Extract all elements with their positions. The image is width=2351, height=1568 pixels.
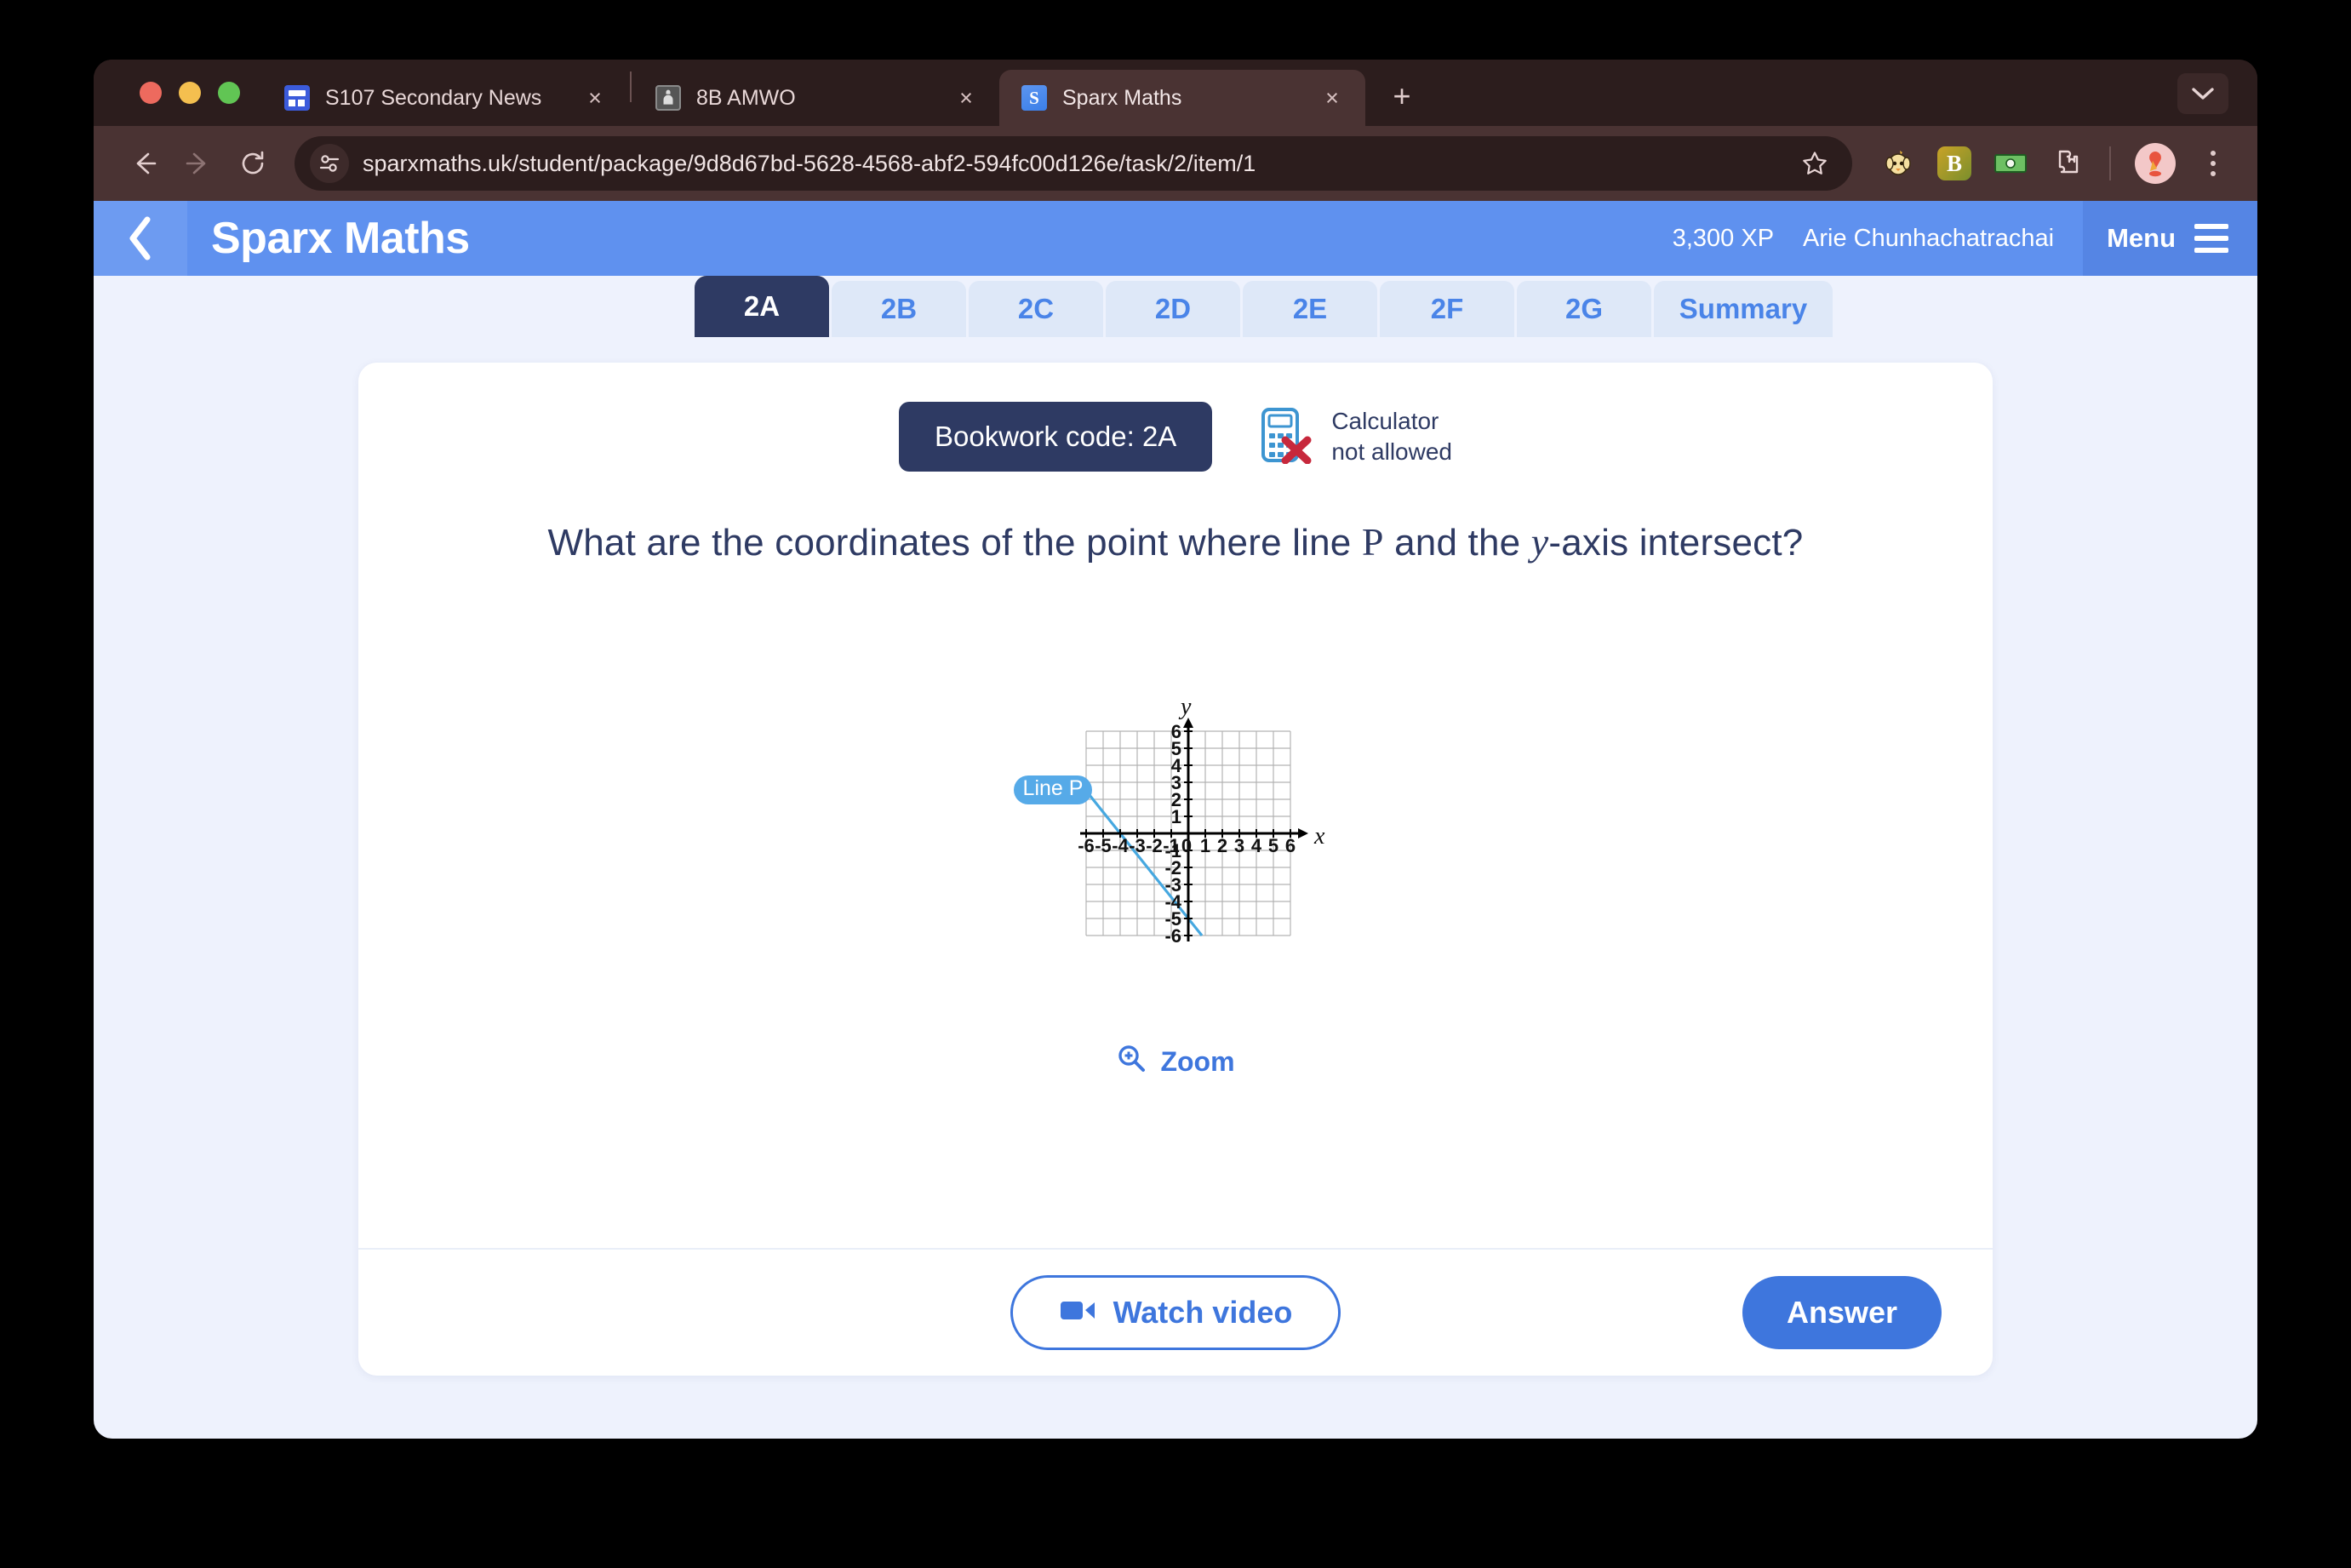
back-arrow-icon[interactable] [119, 139, 169, 188]
tab-close-icon[interactable]: × [952, 83, 981, 112]
line-p-badge: Line P [1014, 775, 1092, 804]
browser-tab-title: 8B AMWO [696, 85, 796, 110]
svg-text:0: 0 [1181, 835, 1192, 856]
tab-divider [630, 72, 632, 102]
svg-text:3: 3 [1234, 835, 1244, 856]
chevron-left-icon[interactable] [94, 201, 187, 276]
star-outline-icon[interactable] [1793, 141, 1837, 186]
browser-tab-1[interactable]: S107 Secondary News × [262, 70, 628, 126]
zoom-label: Zoom [1160, 1045, 1235, 1077]
xp-counter: 3,300 XP [1672, 224, 1775, 252]
page-title: Sparx Maths [211, 214, 470, 263]
svg-text:2: 2 [1217, 835, 1227, 856]
x-tick-labels: -6 -5 -4 -3 -2 -1 0 123 456 [1078, 835, 1296, 856]
forward-arrow-icon[interactable] [174, 139, 223, 188]
card-footer: Watch video Answer [358, 1248, 1993, 1376]
svg-text:-2: -2 [1146, 835, 1163, 856]
kebab-menu-icon[interactable] [2194, 143, 2232, 184]
svg-text:1: 1 [1171, 806, 1181, 827]
bookwork-row: Bookwork code: 2A Calculator not allowed [409, 402, 1942, 472]
maximize-window-button[interactable] [218, 82, 240, 104]
url-omnibox[interactable]: sparxmaths.uk/student/package/9d8d67bd-5… [295, 136, 1852, 191]
browser-tab-strip: S107 Secondary News × 8B AMWO × S Sparx … [94, 60, 2257, 126]
browser-tab-3-active[interactable]: S Sparx Maths × [999, 70, 1365, 126]
hamburger-icon [2194, 224, 2228, 253]
question-axis-variable: y [1530, 520, 1549, 564]
svg-text:-5: -5 [1095, 835, 1112, 856]
toolbar-divider [2109, 146, 2111, 180]
video-camera-icon [1059, 1295, 1096, 1331]
task-tab-bar: 2A 2B 2C 2D 2E 2F 2G Summary [94, 276, 2257, 337]
news-grid-icon [284, 85, 310, 111]
page-viewport: Sparx Maths 3,300 XP Arie Chunhachatrach… [94, 201, 2257, 1439]
sparx-s-icon: S [1021, 85, 1047, 111]
bookwork-code-badge: Bookwork code: 2A [899, 402, 1213, 472]
task-tab-2f[interactable]: 2F [1380, 281, 1514, 337]
browser-tab-title: Sparx Maths [1062, 85, 1182, 110]
menu-label: Menu [2107, 223, 2176, 253]
svg-text:6: 6 [1285, 835, 1296, 856]
watch-video-label: Watch video [1113, 1295, 1293, 1330]
url-text: sparxmaths.uk/student/package/9d8d67bd-5… [363, 150, 1256, 176]
svg-text:-3: -3 [1129, 835, 1146, 856]
chicken-avatar-icon[interactable] [1879, 145, 1917, 182]
money-note-icon[interactable] [1992, 145, 2029, 182]
magnifier-plus-icon [1116, 1043, 1147, 1080]
svg-text:5: 5 [1268, 835, 1278, 856]
svg-text:1: 1 [1200, 835, 1210, 856]
tab-close-icon[interactable]: × [1318, 83, 1347, 112]
answer-button[interactable]: Answer [1742, 1276, 1942, 1349]
browser-window: S107 Secondary News × 8B AMWO × S Sparx … [94, 60, 2257, 1439]
tune-sliders-icon[interactable] [310, 144, 349, 183]
task-tab-2e[interactable]: 2E [1243, 281, 1377, 337]
task-tab-2d[interactable]: 2D [1106, 281, 1240, 337]
question-middle: and the [1383, 522, 1531, 564]
calculator-status: Calculator not allowed [1260, 406, 1452, 468]
watch-video-button[interactable]: Watch video [1010, 1275, 1341, 1350]
maps-pin-avatar-icon[interactable] [2135, 143, 2176, 184]
header-right-group: 3,300 XP Arie Chunhachatrachai Menu [1673, 201, 2257, 276]
browser-tab-title: S107 Secondary News [325, 85, 542, 110]
browser-extension-icons: B [1869, 143, 2232, 184]
calculator-status-text: Calculator not allowed [1331, 406, 1452, 468]
calculator-line-1: Calculator [1331, 407, 1439, 434]
browser-tab-2[interactable]: 8B AMWO × [633, 70, 999, 126]
coordinate-graph: -6 -5 -4 -3 -2 -1 0 123 456 654 321 -1 -2 -3 -… [409, 614, 1942, 997]
question-suffix: -axis intersect? [1548, 522, 1804, 564]
svg-text:-6: -6 [1078, 835, 1095, 856]
person-frame-icon [655, 85, 681, 111]
zoom-button[interactable]: Zoom [409, 1043, 1942, 1080]
user-name: Arie Chunhachatrachai [1803, 224, 2055, 252]
svg-text:-6: -6 [1164, 925, 1181, 947]
y-axis-label: y [1178, 694, 1192, 720]
graph-svg: -6 -5 -4 -3 -2 -1 0 123 456 654 321 -1-2-3 -… [1014, 694, 1325, 947]
sparx-app-header: Sparx Maths 3,300 XP Arie Chunhachatrach… [94, 201, 2257, 276]
new-tab-button[interactable]: + [1379, 73, 1425, 119]
close-window-button[interactable] [140, 82, 162, 104]
menu-button[interactable]: Menu [2083, 201, 2257, 276]
window-traffic-lights [119, 82, 262, 126]
task-tab-2a[interactable]: 2A [695, 276, 829, 337]
question-line-variable: P [1361, 520, 1384, 564]
puzzle-piece-icon[interactable] [2048, 145, 2085, 182]
question-text: What are the coordinates of the point wh… [409, 519, 1942, 564]
line-p-badge-label: Line P [1023, 776, 1084, 800]
reload-icon[interactable] [228, 139, 277, 188]
task-tab-summary[interactable]: Summary [1654, 281, 1833, 337]
chevron-down-icon[interactable] [2177, 73, 2228, 114]
task-tab-2b[interactable]: 2B [832, 281, 966, 337]
bitwarden-b-icon[interactable]: B [1936, 145, 1973, 182]
svg-text:4: 4 [1251, 835, 1262, 856]
svg-text:-4: -4 [1112, 835, 1129, 856]
question-prefix: What are the coordinates of the point wh… [547, 522, 1362, 564]
x-axis-label: x [1313, 823, 1325, 850]
minimize-window-button[interactable] [179, 82, 201, 104]
calculator-line-2: not allowed [1331, 438, 1452, 465]
task-tab-2c[interactable]: 2C [969, 281, 1103, 337]
question-card: Bookwork code: 2A Calculator not allowed… [358, 363, 1993, 1376]
tab-close-icon[interactable]: × [581, 83, 609, 112]
task-tab-2g[interactable]: 2G [1517, 281, 1651, 337]
calculator-not-allowed-icon [1260, 406, 1313, 468]
browser-address-bar: sparxmaths.uk/student/package/9d8d67bd-5… [94, 126, 2257, 201]
